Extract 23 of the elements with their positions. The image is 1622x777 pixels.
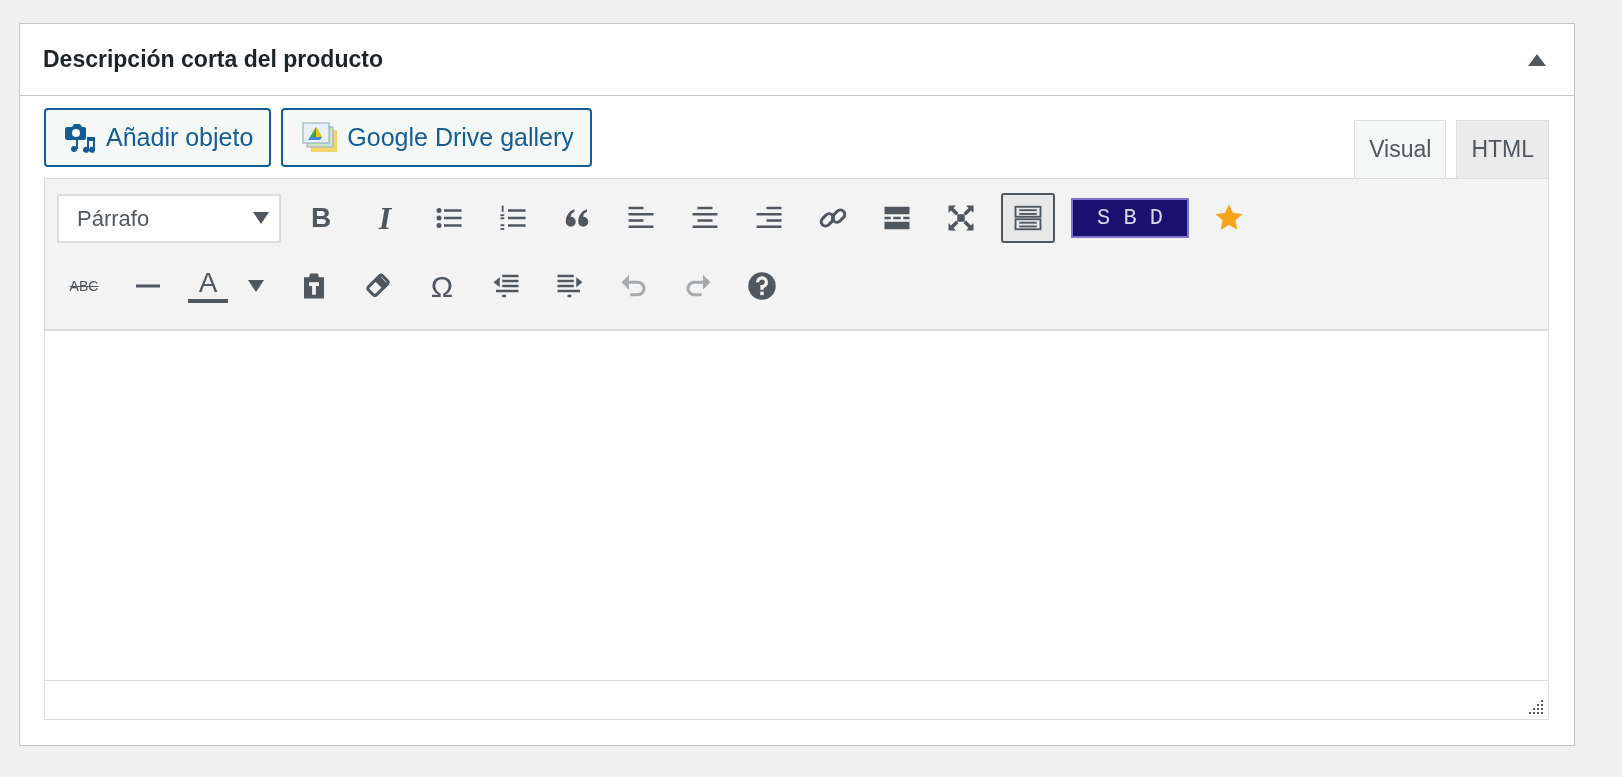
bold-button[interactable]: B: [297, 194, 345, 242]
editor-tab[interactable]: HTML: [1456, 120, 1549, 178]
gallery-button[interactable]: Google Drive gallery: [281, 108, 592, 167]
collapse-toggle-icon[interactable]: [1528, 53, 1546, 66]
add-media-button[interactable]: Añadir objeto: [44, 108, 272, 167]
keyboard-icon: [1013, 203, 1043, 233]
gallery-stack-icon: [301, 120, 340, 155]
strikethrough-button[interactable]: ABC: [60, 262, 108, 310]
format-dropdown[interactable]: Párrafo: [57, 193, 281, 243]
toolbar-badge-button[interactable]: S B D: [1071, 198, 1189, 238]
keyboard-button[interactable]: [1001, 193, 1055, 243]
fullscreen-icon: [946, 203, 976, 233]
dropdown-caret-icon: [248, 280, 264, 292]
dropdown-caret-icon: [253, 212, 269, 224]
text-color-button[interactable]: A: [188, 262, 274, 310]
italic-button[interactable]: I: [361, 194, 409, 242]
resize-handle-icon[interactable]: [1526, 697, 1544, 715]
horizontal-line-icon: [136, 284, 160, 288]
help-icon: [747, 271, 777, 301]
editor-tab[interactable]: Visual: [1354, 120, 1447, 178]
numbered-list-icon: [498, 203, 528, 233]
special-character-button[interactable]: Ω: [418, 262, 466, 310]
panel-title: Descripción corta del producto: [43, 45, 383, 74]
